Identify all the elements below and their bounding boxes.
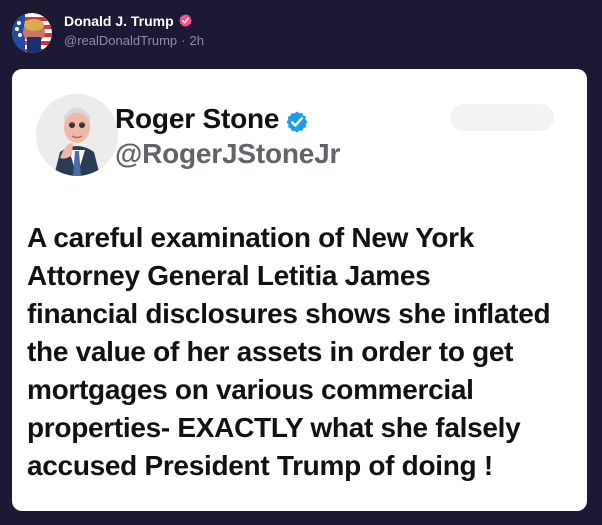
quoted-post-text: A careful examination of New York Attorn… bbox=[27, 222, 551, 481]
quoted-author-meta: Roger Stone @RogerJStoneJr bbox=[115, 102, 395, 171]
quoted-author-handle[interactable]: @RogerJStoneJr bbox=[115, 137, 395, 171]
quoted-author-name-row: Roger Stone bbox=[115, 102, 395, 136]
quoted-author-name[interactable]: Roger Stone bbox=[115, 102, 279, 136]
author-handle[interactable]: @realDonaldTrump bbox=[64, 32, 177, 50]
post-time[interactable]: 2h bbox=[190, 32, 204, 50]
verified-badge-icon bbox=[285, 108, 309, 133]
quoted-post-card[interactable]: Roger Stone @RogerJStoneJr A careful exa… bbox=[12, 69, 587, 511]
post-header: Donald J. Trump @realDonaldTrump · 2h bbox=[12, 9, 332, 57]
author-avatar[interactable] bbox=[12, 13, 52, 53]
separator-dot: · bbox=[181, 32, 186, 48]
author-avatar-image bbox=[12, 13, 52, 53]
quoted-author-avatar[interactable] bbox=[36, 94, 118, 176]
social-post-screen: Donald J. Trump @realDonaldTrump · 2h Ro… bbox=[0, 0, 602, 525]
verified-badge-icon bbox=[178, 13, 193, 28]
quoted-author-avatar-image bbox=[36, 94, 118, 176]
follow-button-placeholder[interactable] bbox=[450, 104, 554, 131]
author-meta: Donald J. Trump @realDonaldTrump · 2h bbox=[64, 12, 204, 50]
author-name[interactable]: Donald J. Trump bbox=[64, 12, 174, 30]
author-name-row: Donald J. Trump bbox=[64, 12, 204, 30]
author-meta-row: @realDonaldTrump · 2h bbox=[64, 32, 204, 50]
